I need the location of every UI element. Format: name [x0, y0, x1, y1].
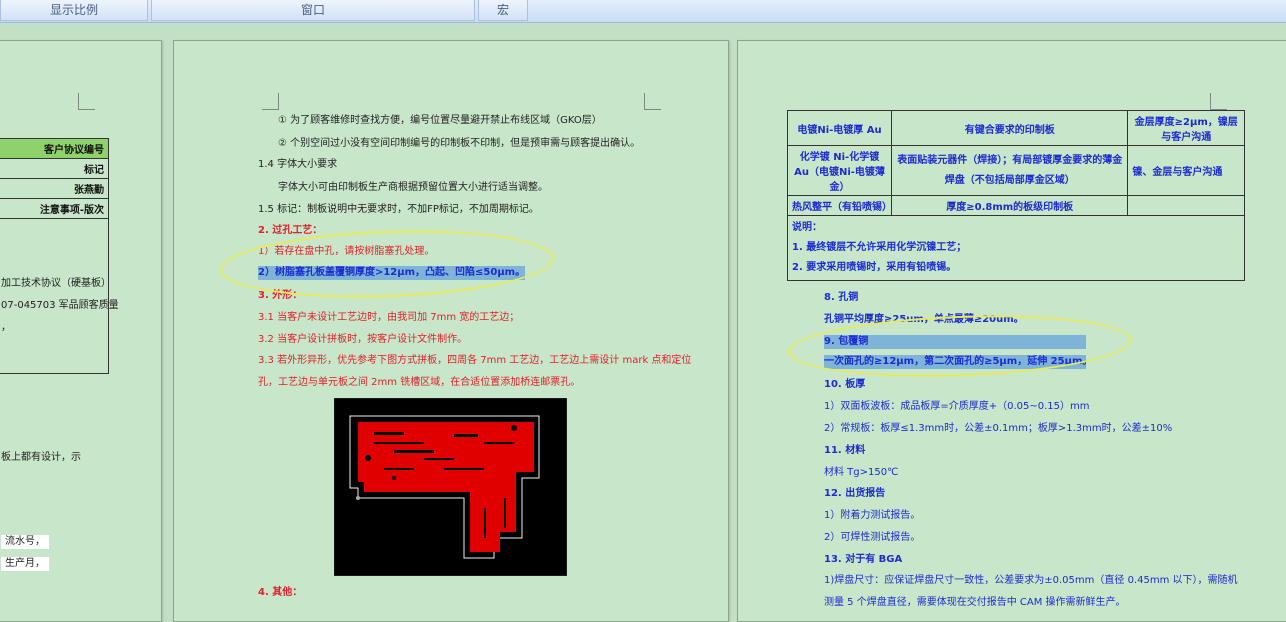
text-line: 生产月， — [1, 557, 49, 571]
text-line: 1）附着力测试报告。 — [824, 510, 921, 521]
text-line: 1)焊盘尺寸：应保证焊盘尺寸一致性，公差要求为±0.05mm（直径 0.45mm… — [824, 575, 1238, 586]
ribbon-group-zoom[interactable]: 显示比例 — [0, 0, 148, 21]
text-line: 2）可焊性测试报告。 — [824, 532, 921, 543]
table-cell: 热风整平（有铅喷锡） — [787, 195, 892, 216]
text-line: 2）常规板：板厚≤1.3mm时，公差±0.1mm；板厚>1.3mm时，公差±10… — [824, 423, 1173, 434]
note-line: 2. 要求采用喷锡时，采用有铅喷锡。 — [792, 262, 957, 273]
table-cell: 标记 — [0, 158, 109, 179]
ribbon-bar: 显示比例 窗口 宏 — [0, 0, 1286, 23]
text-line: 3.2 当客户设计拼板时，按客户设计文件制作。 — [258, 334, 468, 345]
section-heading: 13. 对于有 BGA — [824, 554, 903, 565]
text-line: 1.4 字体大小要求 — [258, 159, 338, 170]
note-line: 1. 最终镀层不允许采用化学沉镍工艺； — [792, 242, 967, 253]
table-cell: 厚度≥0.8mm的板级印制板 — [890, 195, 1129, 216]
text-line: 1）双面板波板：成品板厚=介质厚度+（0.05~0.15）mm — [824, 401, 1090, 412]
text-line: ① 为了顾客维修时查找方便，编号位置尽量避开禁止布线区域（GKO层） — [278, 115, 602, 126]
page-left: 客户协议编号 标记 张燕勤 注意事项-版次 加工技术协议（硬基板） 07-045… — [0, 40, 162, 622]
page-middle: ① 为了顾客维修时查找方便，编号位置尽量避开禁止布线区域（GKO层） ② 个别空… — [173, 40, 729, 622]
surface-finish-table: 电镀Ni-电镀厚 Au 有键合要求的印制板 金层厚度≥2μm，镍层与客户沟通 化… — [787, 110, 1245, 281]
text-line: 孔，工艺边与单元板之间 2mm 铣槽区域，在合适位置添加桥连邮票孔。 — [258, 377, 581, 388]
left-table: 客户协议编号 标记 张燕勤 注意事项-版次 — [0, 138, 109, 374]
text-line: ， — [1, 322, 11, 333]
text-line: 加工技术协议（硬基板） — [1, 278, 111, 289]
text-line: 3.3 若外形异形，优先参考下图方式拼板，四周各 7mm 工艺边，工艺边上需设计… — [258, 355, 692, 366]
text-line: 板上都有设计，示 — [1, 452, 81, 463]
table-cell: 镍、金层与客户沟通 — [1127, 145, 1245, 196]
text-line: 流水号， — [1, 535, 49, 549]
text-line: 材料 Tg>150℃ — [824, 467, 899, 478]
table-cell: 化学镀 Ni-化学镀 Au（电镀Ni-电镀薄金） — [787, 145, 892, 196]
table-cell: 张燕勤 — [0, 178, 109, 199]
table-cell: 客户协议编号 — [0, 138, 109, 159]
text-line: ② 个别空间过小没有空间印制编号的印制板不印制，但是预审需与顾客提出确认。 — [278, 138, 641, 149]
section-heading: 11. 材料 — [824, 445, 866, 456]
section-heading: 10. 板厚 — [824, 379, 866, 390]
text-line: 07-045703 军品顾客质量 — [1, 300, 119, 311]
section-heading: 12. 出货报告 — [824, 488, 886, 499]
table-cell — [1127, 195, 1245, 216]
margin-corner — [78, 93, 95, 110]
pcb-layout-image — [334, 398, 567, 576]
section-heading: 8. 孔铜 — [824, 292, 859, 303]
note-title: 说明： — [792, 222, 822, 233]
table-cell: 表面贴装元器件（焊接）；有局部镀厚金要求的薄金焊盘（不包括局部厚金区域） — [890, 145, 1129, 196]
table-cell: 有键合要求的印制板 — [890, 110, 1129, 146]
ribbon-group-macro[interactable]: 宏 — [478, 0, 528, 21]
text-line: 字体大小可由印制板生产商根据预留位置大小进行适当调整。 — [278, 182, 548, 193]
text-line: 1.5 标记：制板说明中无要求时，不加FP标记，不加周期标记。 — [258, 204, 539, 215]
table-cell: 电镀Ni-电镀厚 Au — [787, 110, 892, 146]
text-line: 3.1 当客户未设计工艺边时，由我司加 7mm 宽的工艺边； — [258, 312, 520, 323]
table-cell: 注意事项-版次 — [0, 198, 109, 219]
text-line: 测量 5 个焊盘直径，需要体现在交付报告中 CAM 操作需新鲜生产。 — [824, 597, 1126, 608]
margin-corner — [644, 93, 661, 110]
margin-corner — [1210, 93, 1227, 110]
margin-corner — [262, 93, 279, 110]
section-heading: 4. 其他： — [258, 587, 303, 598]
ribbon-group-window[interactable]: 窗口 — [151, 0, 475, 21]
page-right: 电镀Ni-电镀厚 Au 有键合要求的印制板 金层厚度≥2μm，镍层与客户沟通 化… — [737, 40, 1286, 622]
table-cell: 金层厚度≥2μm，镍层与客户沟通 — [1127, 110, 1245, 146]
document-workspace[interactable]: 客户协议编号 标记 张燕勤 注意事项-版次 加工技术协议（硬基板） 07-045… — [0, 23, 1286, 622]
